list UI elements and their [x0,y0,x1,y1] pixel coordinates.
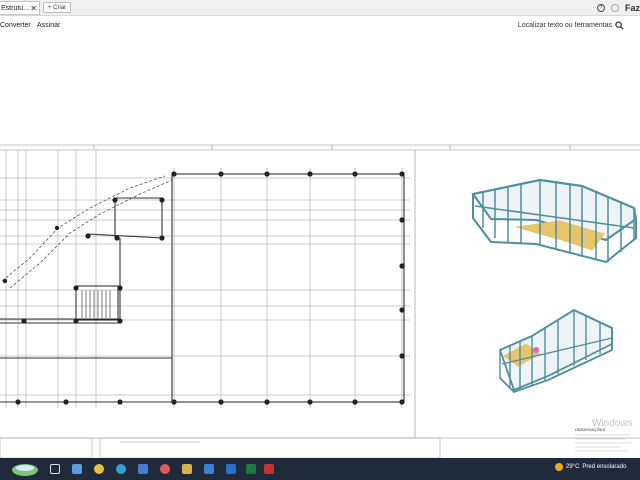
start-widget-icon[interactable] [10,460,40,478]
outlook-icon[interactable] [226,464,236,474]
weather-desc: Pred ensolarado [582,464,627,470]
plan-columns [2,171,405,405]
tab-document[interactable]: Estrutu... ✕ [0,1,40,15]
plan-grid-lines [0,150,410,408]
os-taskbar: 29°C Pred ensolarado [0,458,640,480]
weather-widget[interactable]: 29°C Pred ensolarado [555,463,626,471]
help-icon[interactable]: ? [596,4,605,12]
app-toolbar: Converter Assinar Localizar texto ou fer… [0,16,640,38]
tab-close-icon[interactable]: ✕ [30,2,37,15]
file-explorer-icon[interactable] [72,464,82,474]
store-icon[interactable] [138,464,148,474]
plan-stair [75,285,119,321]
browser-tab-bar: Estrutu... ✕ + Criar ? Faz [0,0,640,16]
plan-beams [0,173,405,403]
paint-icon[interactable] [160,464,170,474]
acrobat-icon[interactable] [264,464,274,474]
sun-icon [555,463,563,471]
document-canvas[interactable]: OBSERVAÇÕES Windows [0,38,640,458]
3d-model-bottom [498,308,613,394]
chrome-icon[interactable] [94,464,104,474]
sign-button[interactable]: Assinar [37,22,60,29]
weather-temp: 29°C [566,464,580,470]
photos-icon[interactable] [182,464,192,474]
3d-model-top [471,178,638,264]
search-icon[interactable] [615,21,624,30]
browser-top-right: ? Faz [596,0,640,16]
convert-button[interactable]: Converter [0,22,31,29]
windows-activation-watermark: Windows [592,418,633,429]
structural-drawing: OBSERVAÇÕES [0,144,640,458]
excel-icon[interactable] [246,464,256,474]
edge-icon[interactable] [116,464,126,474]
new-tab-button[interactable]: + Criar [43,2,72,13]
mail-icon[interactable] [204,464,214,474]
plan-diagonal-wall [1,175,173,289]
tab-title: Estrutu... [1,5,30,12]
search-tools-label[interactable]: Localizar texto ou ferramentas [518,22,612,29]
notification-icon[interactable] [610,4,619,12]
notes-block: OBSERVAÇÕES [575,427,632,452]
title-block [0,437,441,458]
task-view-icon[interactable] [50,464,60,474]
user-label[interactable]: Faz [625,3,640,13]
